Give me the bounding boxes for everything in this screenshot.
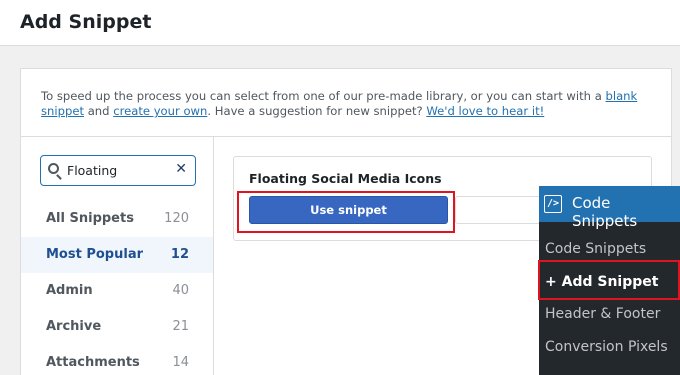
create-your-own-link[interactable]: create your own xyxy=(113,104,207,118)
category-most-popular[interactable]: Most Popular 12 xyxy=(21,237,213,273)
category-admin[interactable]: Admin 40 xyxy=(21,273,213,309)
intro-text: To speed up the process you can select f… xyxy=(21,69,671,137)
category-sidebar: Floating ✕ All Snippets 120 Most Popular… xyxy=(21,137,214,375)
category-all-snippets[interactable]: All Snippets 120 xyxy=(21,201,213,237)
highlight-add-snippet xyxy=(538,260,680,300)
snippet-title: Floating Social Media Icons xyxy=(249,171,442,186)
category-attachments[interactable]: Attachments 14 xyxy=(21,345,213,375)
highlight-use-snippet xyxy=(237,191,455,233)
menu-item-header-footer[interactable]: Header & Footer xyxy=(545,306,660,322)
page-header: Add Snippet xyxy=(0,0,680,46)
menu-item-code-snippets[interactable]: Code Snippets xyxy=(545,241,646,257)
feedback-link[interactable]: We'd love to hear it! xyxy=(426,104,544,118)
search-input[interactable]: Floating ✕ xyxy=(40,155,196,186)
menu-item-conversion-pixels[interactable]: Conversion Pixels xyxy=(545,339,668,355)
category-archive[interactable]: Archive 21 xyxy=(21,309,213,345)
search-value[interactable]: Floating xyxy=(67,163,117,178)
code-snippets-logo-icon: /> xyxy=(544,195,562,213)
search-icon xyxy=(48,163,59,174)
clear-search-icon[interactable]: ✕ xyxy=(175,161,187,177)
menu-bottom-fade xyxy=(539,369,680,375)
admin-menu-header[interactable]: /> Code Snippets xyxy=(539,186,680,230)
page-title: Add Snippet xyxy=(20,11,152,33)
